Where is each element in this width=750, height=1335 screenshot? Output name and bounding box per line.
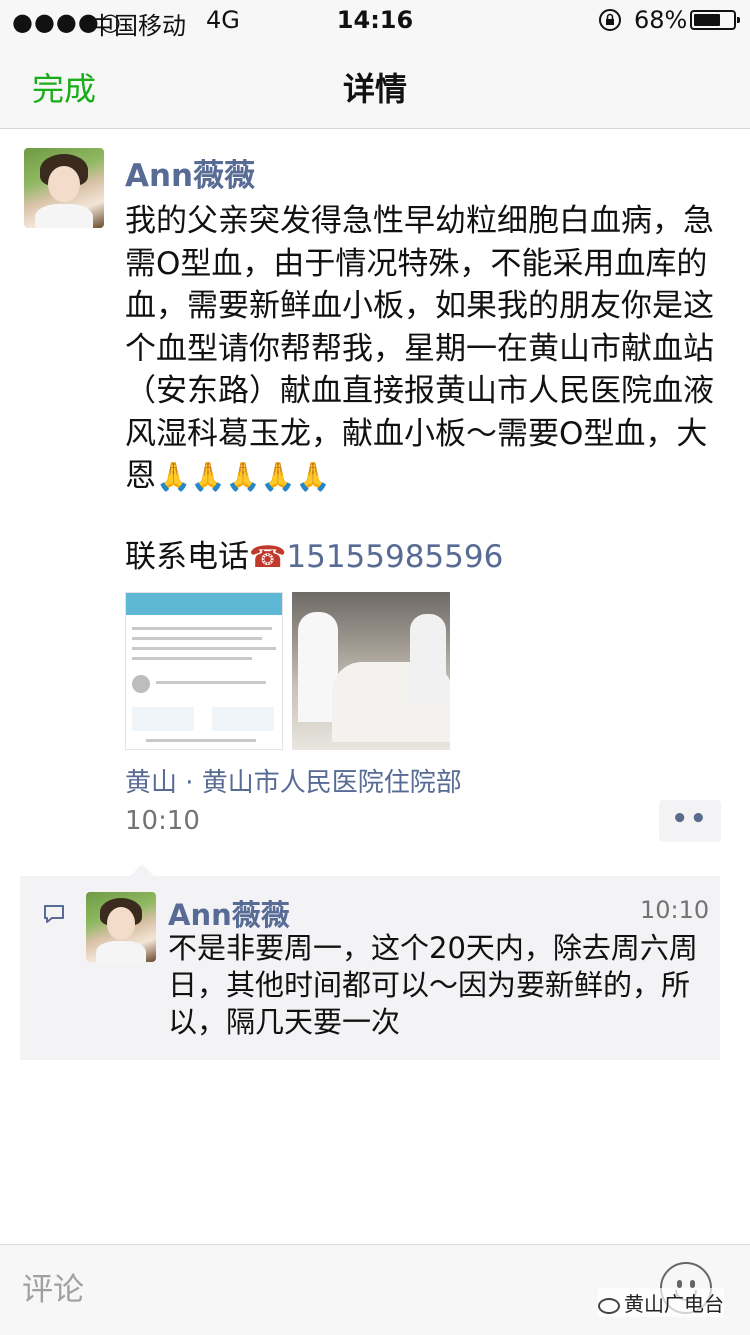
contact-line: 联系电话☎15155985596: [125, 536, 503, 579]
telephone-icon: ☎: [249, 540, 287, 575]
post-image-screenshot[interactable]: [125, 592, 283, 750]
page-title: 详情: [342, 70, 407, 108]
comment-author-name[interactable]: Ann薇薇: [168, 892, 290, 934]
contact-label: 联系电话: [125, 539, 249, 575]
post-time: 10:10: [125, 806, 200, 836]
image-avatar-dot: [132, 675, 150, 693]
battery-level-fill: [694, 14, 720, 26]
comment-author-avatar[interactable]: [86, 892, 156, 962]
status-bar: ●●●●○ 中国移动 4G 14:16 68%: [0, 0, 750, 40]
avatar-shirt: [95, 941, 147, 962]
post-image-hospital[interactable]: [292, 592, 450, 750]
phone-number-link[interactable]: 15155985596: [286, 539, 503, 575]
avatar-face: [48, 165, 80, 203]
battery-icon: [690, 10, 740, 30]
watermark: 黄山广电台: [598, 1288, 724, 1317]
avatar-shirt: [35, 204, 93, 228]
smiley-eye: [677, 1280, 682, 1288]
image-text-line: [132, 647, 276, 650]
more-options-button[interactable]: ••: [659, 800, 721, 842]
navigation-bar: 完成 详情: [0, 40, 750, 129]
post-author-avatar[interactable]: [24, 148, 104, 228]
comment-text[interactable]: 不是非要周一，这个20天内，除去周六周日，其他时间都可以～因为要新鲜的，所以，隔…: [168, 930, 698, 1041]
comment-bubble-icon: [44, 905, 64, 923]
image-text-line: [146, 739, 256, 742]
rotation-lock-icon: [599, 9, 621, 31]
post-text: 我的父亲突发得急性早幼粒细胞白血病，急需O型血，由于情况特殊，不能采用血库的血，…: [125, 200, 725, 499]
post-author-name[interactable]: Ann薇薇: [125, 150, 255, 195]
image-text-line: [156, 681, 266, 684]
image-button-shape: [212, 707, 274, 731]
smiley-eye: [690, 1280, 695, 1288]
avatar-face: [107, 907, 135, 940]
image-button-shape: [132, 707, 194, 731]
comment-time: 10:10: [640, 896, 710, 924]
watermark-text: 黄山广电台: [624, 1292, 724, 1316]
post-body-text: 我的父亲突发得急性早幼粒细胞白血病，急需O型血，由于情况特殊，不能采用血库的血，…: [125, 203, 714, 494]
battery-percent: 68%: [634, 6, 688, 34]
comment-input[interactable]: [20, 1258, 654, 1322]
image-text-line: [132, 627, 272, 630]
pray-emoji: 🙏🙏🙏🙏🙏: [156, 460, 331, 493]
image-text-line: [132, 657, 252, 660]
image-text-line: [132, 637, 262, 640]
post-location[interactable]: 黄山 · 黄山市人民医院住院部: [125, 762, 462, 799]
image-header-strip: [126, 593, 282, 615]
wechat-logo-icon: [598, 1297, 620, 1314]
image-figure: [410, 614, 446, 704]
